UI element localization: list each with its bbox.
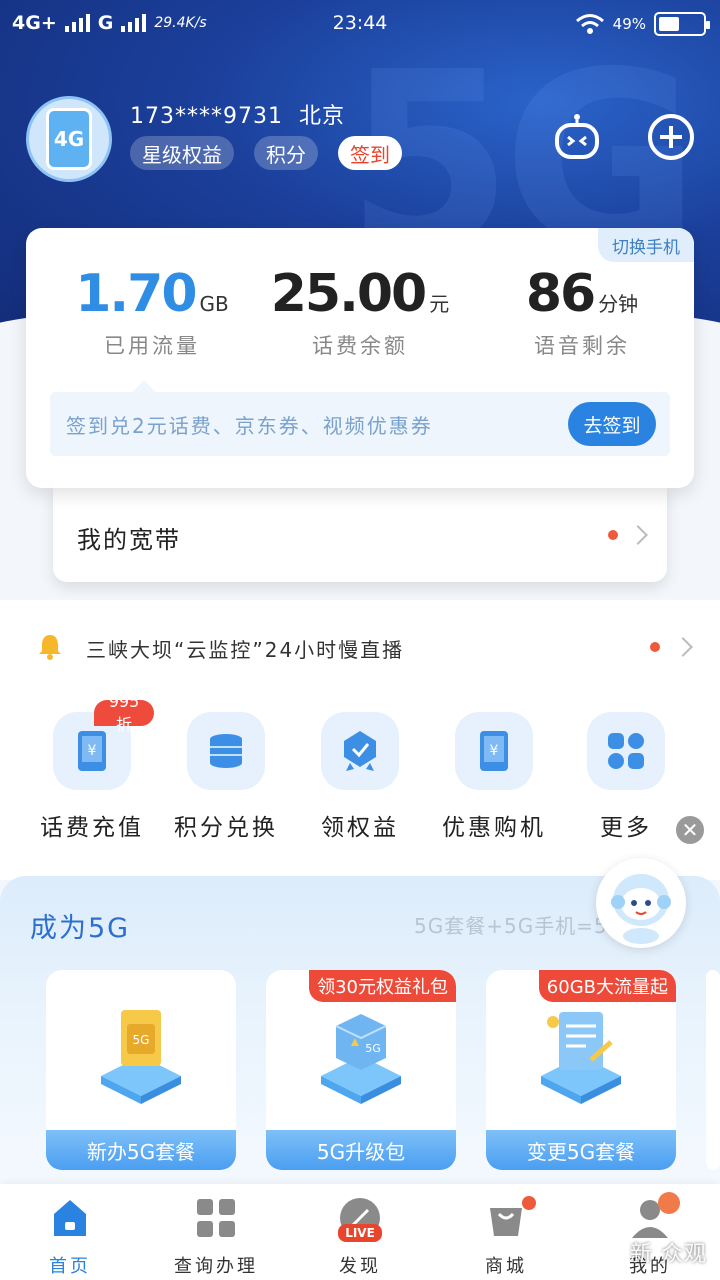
data-used-value: 1.70: [75, 264, 197, 324]
home-icon: [54, 1200, 86, 1236]
5g-card-upgrade[interactable]: 5G 领30元权益礼包 5G升级包: [266, 970, 456, 1170]
phone-number: 173****9731 北京: [130, 98, 345, 130]
notice-text[interactable]: 三峡大坝“云监控”24小时慢直播: [86, 634, 404, 663]
quick-action-label: 更多: [600, 815, 652, 841]
data-used-unit: GB: [199, 292, 229, 316]
broadband-row[interactable]: 我的宽带: [53, 484, 667, 582]
5g-sim-illustration: 5G: [101, 1010, 181, 1104]
5g-box-illustration: 5G: [321, 1014, 401, 1104]
5g-card-tag: 60GB大流量起: [538, 970, 676, 1002]
svg-text:5G: 5G: [133, 1033, 150, 1047]
battery-percent: 49%: [612, 15, 646, 33]
coin-stack-icon: [187, 712, 265, 790]
nav-discover[interactable]: LIVE 发现: [300, 1196, 420, 1278]
star-benefits-chip[interactable]: 星级权益: [130, 136, 234, 170]
5g-card-label: 5G升级包: [266, 1130, 456, 1170]
sign-in-promo[interactable]: 签到兑2元话费、京东券、视频优惠券 去签到: [50, 392, 670, 456]
mall-dot: [522, 1196, 536, 1210]
quick-action-label: 话费充值: [40, 815, 144, 841]
balance-stat[interactable]: 25.00 元 话费余额: [250, 264, 470, 360]
city-text: 北京: [298, 104, 345, 129]
svg-text:¥: ¥: [490, 743, 499, 759]
svg-text:¥: ¥: [88, 743, 97, 759]
voice-label: 语音剩余: [534, 334, 630, 358]
5g-card-next-partial[interactable]: [706, 970, 720, 1170]
ribbon-badge-icon: [321, 712, 399, 790]
switch-phone-button[interactable]: 切换手机: [598, 228, 694, 262]
5g-card-new-plan[interactable]: 5G 新办5G套餐: [46, 970, 236, 1170]
profile-chips: 星级权益 积分 签到: [130, 136, 402, 170]
assistant-mascot[interactable]: [596, 858, 686, 948]
grid-icon: [197, 1199, 235, 1237]
account-stats-card: 切换手机 1.70 GB 已用流量 25.00 元 话费余额 86 分钟 语音剩余 签…: [26, 228, 694, 488]
balance-unit: 元: [429, 292, 450, 316]
watermark: 新 众观: [630, 1242, 707, 1267]
phone-number-text: 173****9731: [130, 104, 283, 129]
svg-text:5G: 5G: [365, 1042, 381, 1055]
phone-yuan-icon: ¥: [455, 712, 533, 790]
quick-action-label: 领权益: [321, 815, 399, 841]
status-bar: 4G+ G 29.4K/s 23:44 49%: [0, 0, 720, 48]
robot-icon[interactable]: [552, 112, 602, 162]
add-icon[interactable]: [646, 112, 696, 162]
wifi-icon: [575, 14, 604, 34]
nav-label: 首页: [49, 1256, 91, 1277]
nav-home[interactable]: 首页: [10, 1196, 130, 1278]
voice-value: 86: [525, 264, 596, 324]
quick-action-buy-phone[interactable]: ¥ 优惠购机: [432, 712, 556, 842]
sign-in-chip[interactable]: 签到: [338, 136, 402, 170]
quick-action-benefits[interactable]: 领权益: [298, 712, 422, 842]
5g-card-label: 新办5G套餐: [46, 1130, 236, 1170]
5g-section-subtitle[interactable]: 5G套餐+5G手机=5G: [414, 910, 624, 939]
balance-value: 25.00: [270, 264, 427, 324]
bell-icon: [39, 635, 61, 660]
go-sign-in-button[interactable]: 去签到: [568, 402, 656, 446]
voice-stat[interactable]: 86 分钟 语音剩余: [472, 264, 692, 360]
avatar[interactable]: 4G: [26, 96, 112, 182]
chevron-right-icon: [628, 525, 648, 545]
avatar-4g-label: 4G: [46, 108, 92, 170]
quick-action-recharge[interactable]: ¥ 995折 话费充值: [30, 692, 154, 842]
bottom-nav: 首页 查询办理 LIVE 发现 商城 我的: [0, 1184, 720, 1280]
data-used-label: 已用流量: [104, 334, 200, 358]
nav-mall[interactable]: 商城: [446, 1196, 566, 1278]
discount-badge: 995折: [94, 692, 154, 734]
battery-icon: [654, 12, 710, 36]
notice-dot: [650, 642, 660, 652]
5g-card-tag: 领30元权益礼包: [309, 970, 456, 1002]
5g-card-label: 变更5G套餐: [486, 1130, 676, 1170]
nav-query[interactable]: 查询办理: [156, 1196, 276, 1278]
5g-document-illustration: [541, 1012, 621, 1104]
voice-unit: 分钟: [598, 292, 639, 316]
live-badge: LIVE: [338, 1224, 382, 1242]
quick-action-points-exchange[interactable]: 积分兑换: [164, 712, 288, 842]
balance-label: 话费余额: [312, 334, 408, 358]
nav-label: 商城: [485, 1256, 527, 1277]
quick-action-label: 优惠购机: [442, 815, 546, 841]
grid-more-icon: [587, 712, 665, 790]
5g-section-title: 成为5G: [30, 913, 131, 944]
promo-text: 签到兑2元话费、京东券、视频优惠券: [66, 414, 433, 438]
mine-dot: [658, 1192, 680, 1214]
broadband-label: 我的宽带: [77, 526, 181, 554]
broadband-dot: [608, 530, 618, 540]
points-chip[interactable]: 积分: [254, 136, 318, 170]
nav-label: 发现: [339, 1256, 381, 1277]
quick-action-label: 积分兑换: [174, 815, 278, 841]
close-icon[interactable]: ✕: [674, 814, 706, 846]
quick-action-more[interactable]: 更多: [564, 712, 688, 842]
data-used-stat[interactable]: 1.70 GB 已用流量: [42, 264, 262, 360]
nav-label: 查询办理: [174, 1256, 258, 1277]
5g-card-change-plan[interactable]: 60GB大流量起 变更5G套餐: [486, 970, 676, 1170]
